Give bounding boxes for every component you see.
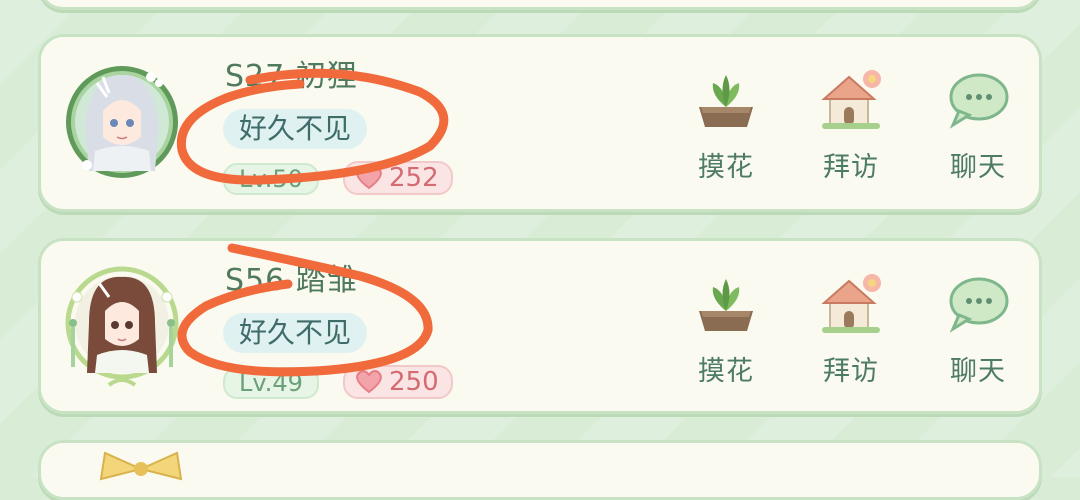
avatar[interactable] xyxy=(63,53,181,191)
friend-card-partial-bottom xyxy=(38,440,1042,500)
heart-icon xyxy=(356,370,382,394)
chat-button[interactable]: 聊天 xyxy=(938,269,1018,399)
status-badge: 好久不见 xyxy=(223,109,368,149)
chat-bubble-icon xyxy=(949,277,1009,333)
affection-badge: 250 xyxy=(343,365,453,399)
touch-flower-button[interactable]: 摸花 xyxy=(686,269,766,399)
heart-icon xyxy=(356,166,382,190)
visit-button[interactable]: 拜访 xyxy=(811,269,891,399)
affection-value: 252 xyxy=(389,163,439,193)
action-label: 摸花 xyxy=(698,152,754,183)
touch-flower-button[interactable]: 摸花 xyxy=(686,65,766,195)
friend-card[interactable]: S56 踏雏 好久不见 Lv.49 250 摸花 拜访 聊天 xyxy=(38,238,1042,414)
action-label: 摸花 xyxy=(698,356,754,387)
avatar[interactable] xyxy=(63,257,181,395)
plant-pot-icon xyxy=(699,75,753,127)
affection-badge: 252 xyxy=(343,161,453,195)
action-label: 聊天 xyxy=(950,356,1006,387)
action-label: 拜访 xyxy=(823,152,879,183)
plant-pot-icon xyxy=(699,279,753,331)
level-badge: Lv.50 xyxy=(223,163,319,195)
status-badge: 好久不见 xyxy=(223,313,368,353)
friend-name: S56 踏雏 xyxy=(225,263,358,298)
level-badge: Lv.49 xyxy=(223,367,319,399)
house-icon xyxy=(821,274,881,333)
visit-button[interactable]: 拜访 xyxy=(811,65,891,195)
friend-card-partial-top xyxy=(38,0,1042,10)
chat-button[interactable]: 聊天 xyxy=(938,65,1018,195)
action-label: 聊天 xyxy=(950,152,1006,183)
house-icon xyxy=(821,70,881,129)
affection-value: 250 xyxy=(389,367,439,397)
action-label: 拜访 xyxy=(823,356,879,387)
chat-bubble-icon xyxy=(949,73,1009,129)
friend-card[interactable]: S27 初狸 好久不见 Lv.50 252 摸花 拜访 聊天 xyxy=(38,34,1042,212)
friend-name: S27 初狸 xyxy=(225,59,358,94)
